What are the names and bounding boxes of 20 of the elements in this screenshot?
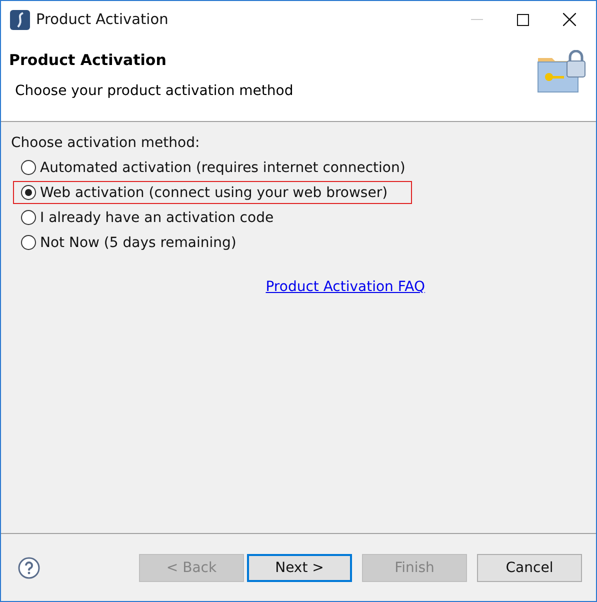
page-title: Product Activation <box>9 51 168 69</box>
close-icon[interactable] <box>563 13 576 26</box>
lock-folder-icon <box>536 50 586 94</box>
window-title: Product Activation <box>36 12 168 28</box>
maximize-icon[interactable] <box>517 14 529 26</box>
radio-option[interactable]: Not Now (5 days remaining) <box>21 234 236 250</box>
wizard-button[interactable]: Cancel <box>477 554 582 582</box>
radio-button[interactable] <box>21 235 36 250</box>
radio-option[interactable]: Automated activation (requires internet connection) <box>21 160 406 176</box>
radio-button[interactable] <box>21 185 36 200</box>
page-subtitle: Choose your product activation method <box>15 83 294 99</box>
help-icon[interactable] <box>18 556 40 578</box>
wizard-button[interactable]: Next > <box>247 554 352 582</box>
radio-option[interactable]: I already have an activation code <box>21 210 274 226</box>
method-label: Choose activation method: <box>11 135 201 151</box>
app-icon <box>10 10 30 30</box>
radio-button[interactable] <box>21 210 36 225</box>
faq-link[interactable]: Product Activation FAQ <box>266 279 425 295</box>
radio-button[interactable] <box>21 160 36 175</box>
radio-option[interactable]: Web activation (connect using your web browser) <box>21 184 388 200</box>
